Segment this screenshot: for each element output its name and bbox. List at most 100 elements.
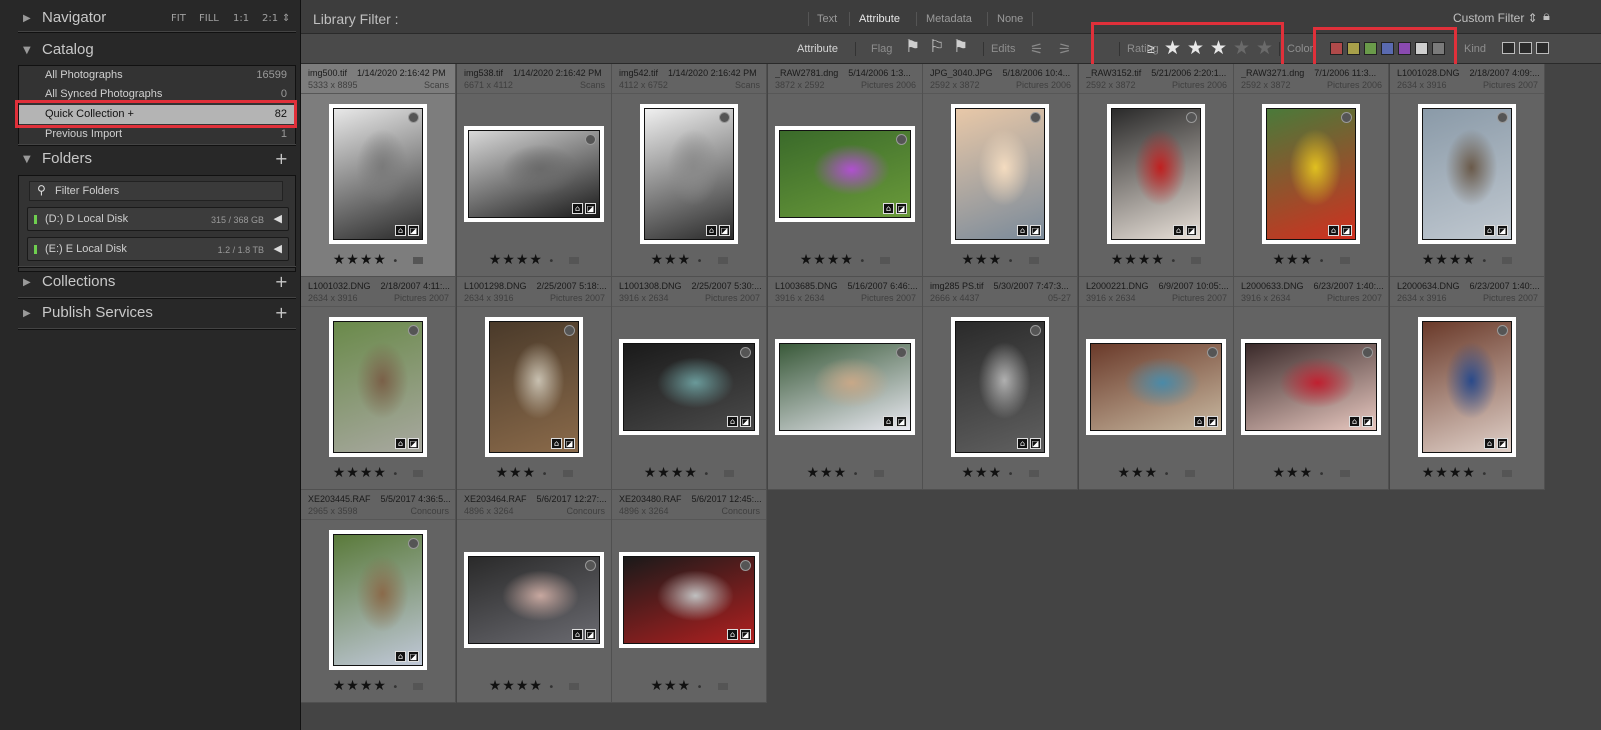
target-collection-icon[interactable] xyxy=(896,134,907,145)
photo-thumbnail[interactable]: ⌂ ◪ xyxy=(640,104,738,244)
add-publish-service-icon[interactable]: + xyxy=(275,303,288,322)
target-collection-icon[interactable] xyxy=(740,347,751,358)
photo-cell[interactable]: img538.tif 1/14/2020 2:16:42 PM 6671 x 411… xyxy=(457,64,612,277)
target-collection-icon[interactable] xyxy=(719,112,730,123)
expand-left-arrow-icon[interactable]: ◀ xyxy=(274,242,282,255)
photo-thumbnail[interactable]: ⌂ ◪ xyxy=(1418,104,1516,244)
rating-star-1[interactable]: ★ xyxy=(1164,37,1181,59)
rating-star-5[interactable]: ★ xyxy=(1256,37,1273,59)
photo-cell[interactable]: JPG_3040.JPG 5/18/2006 10:4... 2592 x 3872… xyxy=(923,64,1078,277)
target-collection-icon[interactable] xyxy=(408,112,419,123)
photo-thumbnail[interactable]: ⌂ ◪ xyxy=(951,317,1049,457)
catalog-header[interactable]: ▼ Catalog xyxy=(0,39,296,63)
photo-thumbnail[interactable]: ⌂ ◪ xyxy=(775,126,915,222)
photo-rating[interactable]: ★★★★ • xyxy=(768,252,922,268)
photo-rating[interactable]: ★★★ • xyxy=(1079,465,1233,481)
keyword-badge-icon[interactable]: ⌂ xyxy=(395,651,406,662)
photo-rating[interactable]: ★★★ • xyxy=(1234,252,1388,268)
zoom-menu-icon[interactable]: ⇕ xyxy=(282,13,290,24)
photo-cell[interactable]: img285 PS.tif 5/30/2007 7:47:3... 2666 x 4… xyxy=(923,277,1078,490)
photo-rating[interactable]: ★★★ • xyxy=(923,465,1077,481)
keyword-badge-icon[interactable]: ⌂ xyxy=(1484,225,1495,236)
target-collection-icon[interactable] xyxy=(1362,347,1373,358)
keyword-badge-icon[interactable]: ⌂ xyxy=(1017,438,1028,449)
color-none-swatch[interactable] xyxy=(1432,42,1445,55)
filter-folders-input[interactable]: ⚲ Filter Folders xyxy=(29,181,283,201)
photo-cell[interactable]: _RAW3152.tif 5/21/2006 2:20:1... 2592 x 38… xyxy=(1079,64,1234,277)
expand-triangle-icon[interactable]: ▶ xyxy=(23,13,31,24)
photo-rating[interactable]: ★★★★ • xyxy=(1390,252,1544,268)
photo-cell[interactable]: XE203464.RAF 5/6/2017 12:27:... 4896 x 326… xyxy=(457,490,612,703)
catalog-item-previous-import[interactable]: Previous Import 1 xyxy=(19,125,295,144)
lock-icon[interactable]: 🔒︎ xyxy=(1543,9,1550,24)
photo-cell[interactable]: XE203445.RAF 5/5/2017 4:36:5... 2965 x 359… xyxy=(301,490,456,703)
target-collection-icon[interactable] xyxy=(740,560,751,571)
photo-thumbnail[interactable]: ⌂ ◪ xyxy=(1262,104,1360,244)
tab-attribute[interactable]: Attribute xyxy=(859,13,900,25)
photo-cell[interactable]: img500.tif 1/14/2020 2:16:42 PM 5333 x 889… xyxy=(301,64,456,277)
target-collection-icon[interactable] xyxy=(896,347,907,358)
target-collection-icon[interactable] xyxy=(1207,347,1218,358)
photo-cell[interactable]: L1001308.DNG 2/25/2007 5:30:... 3916 x 263… xyxy=(612,277,767,490)
keyword-badge-icon[interactable]: ⌂ xyxy=(395,225,406,236)
publish-services-header[interactable]: ▶ Publish Services + xyxy=(0,302,296,326)
photo-thumbnail[interactable]: ⌂ ◪ xyxy=(1107,104,1205,244)
rating-operator[interactable]: ≥ xyxy=(1147,40,1155,56)
develop-badge-icon[interactable]: ◪ xyxy=(408,651,419,662)
unedited-icon[interactable]: ⚞ xyxy=(1058,40,1071,58)
develop-badge-icon[interactable]: ◪ xyxy=(1207,416,1218,427)
develop-badge-icon[interactable]: ◪ xyxy=(719,225,730,236)
color-purple-swatch[interactable] xyxy=(1398,42,1411,55)
keyword-badge-icon[interactable]: ⌂ xyxy=(1328,225,1339,236)
develop-badge-icon[interactable]: ◪ xyxy=(1497,438,1508,449)
kind-video-icon[interactable] xyxy=(1536,42,1549,54)
flag-pick-icon[interactable]: ⚑ xyxy=(905,37,920,57)
photo-thumbnail[interactable]: ⌂ ◪ xyxy=(1241,339,1381,435)
target-collection-icon[interactable] xyxy=(1030,112,1041,123)
photo-rating[interactable]: ★★★ • xyxy=(612,252,766,268)
photo-rating[interactable]: ★★★★ • xyxy=(301,252,455,268)
photo-cell[interactable]: _RAW2781.dng 5/14/2006 1:3... 3872 x 2592 P… xyxy=(768,64,923,277)
develop-badge-icon[interactable]: ◪ xyxy=(1030,225,1041,236)
develop-badge-icon[interactable]: ◪ xyxy=(896,203,907,214)
photo-cell[interactable]: L2000633.DNG 6/23/2007 1:40:... 3916 x 263… xyxy=(1234,277,1389,490)
develop-badge-icon[interactable]: ◪ xyxy=(408,438,419,449)
target-collection-icon[interactable] xyxy=(1497,325,1508,336)
color-yellow-swatch[interactable] xyxy=(1347,42,1360,55)
target-collection-icon[interactable] xyxy=(1497,112,1508,123)
flag-unflagged-icon[interactable]: ⚐ xyxy=(929,37,944,57)
photo-thumbnail[interactable]: ⌂ ◪ xyxy=(329,530,427,670)
keyword-badge-icon[interactable]: ⌂ xyxy=(883,203,894,214)
photo-rating[interactable]: ★★★ • xyxy=(612,678,766,694)
photo-rating[interactable]: ★★★★ • xyxy=(612,465,766,481)
develop-badge-icon[interactable]: ◪ xyxy=(740,629,751,640)
kind-virtual-copy-icon[interactable] xyxy=(1519,42,1532,54)
color-blue-swatch[interactable] xyxy=(1381,42,1394,55)
catalog-item-quick-collection[interactable]: Quick Collection + 82 xyxy=(19,105,295,124)
photo-cell[interactable]: L2000221.DNG 6/9/2007 10:05:... 3916 x 263… xyxy=(1079,277,1234,490)
photo-cell[interactable]: img542.tif 1/14/2020 2:16:42 PM 4112 x 675… xyxy=(612,64,767,277)
develop-badge-icon[interactable]: ◪ xyxy=(585,203,596,214)
color-custom-swatch[interactable] xyxy=(1415,42,1428,55)
tab-text[interactable]: Text xyxy=(817,13,837,25)
develop-badge-icon[interactable]: ◪ xyxy=(408,225,419,236)
navigator-header[interactable]: ▶ Navigator FIT FILL 1:1 2:1 ⇕ xyxy=(0,7,296,31)
keyword-badge-icon[interactable]: ⌂ xyxy=(706,225,717,236)
volume-e[interactable]: (E:) E Local Disk 1.2 / 1.8 TB ◀ xyxy=(27,237,289,261)
target-collection-icon[interactable] xyxy=(1341,112,1352,123)
keyword-badge-icon[interactable]: ⌂ xyxy=(572,629,583,640)
keyword-badge-icon[interactable]: ⌂ xyxy=(727,629,738,640)
zoom-1to1[interactable]: 1:1 xyxy=(233,13,249,24)
photo-thumbnail[interactable]: ⌂ ◪ xyxy=(464,552,604,648)
develop-badge-icon[interactable]: ◪ xyxy=(585,629,596,640)
photo-cell[interactable]: _RAW3271.dng 7/1/2006 11:3... 2592 x 3872 P… xyxy=(1234,64,1389,277)
photo-rating[interactable]: ★★★ • xyxy=(923,252,1077,268)
tab-none[interactable]: None xyxy=(997,13,1023,25)
target-collection-icon[interactable] xyxy=(408,325,419,336)
target-collection-icon[interactable] xyxy=(1186,112,1197,123)
develop-badge-icon[interactable]: ◪ xyxy=(896,416,907,427)
photo-thumbnail[interactable]: ⌂ ◪ xyxy=(619,552,759,648)
color-red-swatch[interactable] xyxy=(1330,42,1343,55)
collections-header[interactable]: ▶ Collections + xyxy=(0,271,296,295)
keyword-badge-icon[interactable]: ⌂ xyxy=(727,416,738,427)
